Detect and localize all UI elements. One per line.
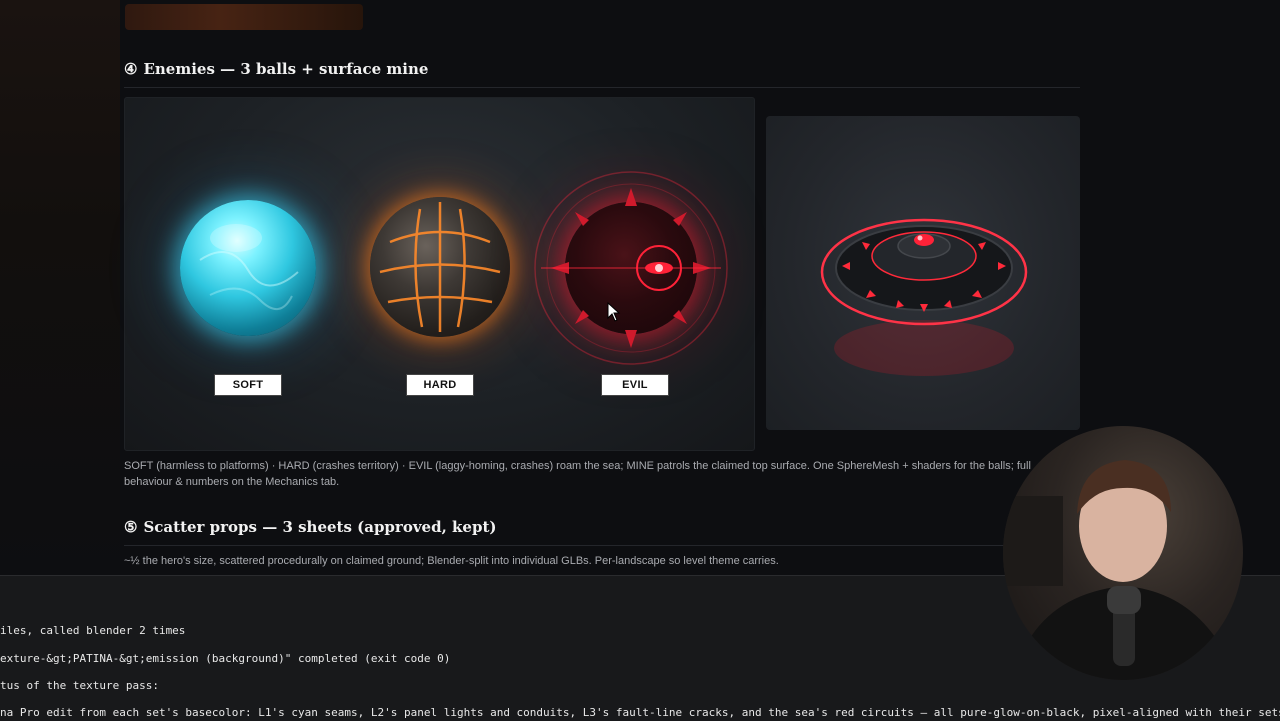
section-divider <box>124 87 1080 88</box>
soft-label: SOFT <box>214 374 282 396</box>
top-image-strip <box>125 4 363 30</box>
enemies-image-panel: SOFT HARD EVIL <box>124 97 755 451</box>
webcam-person <box>1003 460 1238 680</box>
enemies-caption: SOFT (harmless to platforms) · HARD (cra… <box>124 460 1031 488</box>
soft-ball-image <box>180 200 316 336</box>
scatter-caption: ~½ the hero's size, scattered procedural… <box>124 555 779 567</box>
section-title-text: Enemies — 3 balls + surface mine <box>143 60 429 78</box>
surface-mine-image-panel <box>766 116 1080 430</box>
left-margin-shade <box>0 0 120 575</box>
section-divider <box>124 545 1080 546</box>
section-title-enemies: ④ Enemies — 3 balls + surface mine <box>124 60 428 78</box>
terminal-line: iles, called blender 2 times <box>0 624 186 637</box>
terminal-line: tus of the texture pass: <box>0 679 159 692</box>
section-title-scatter: ⑤ Scatter props — 3 sheets (approved, kep… <box>124 518 496 536</box>
terminal-line: exture-&gt;PATINA-&gt;emission (backgrou… <box>0 652 451 665</box>
section-title-text: Scatter props — 3 sheets (approved, kept… <box>143 518 497 536</box>
hard-label: HARD <box>406 374 474 396</box>
hard-ball-image <box>370 197 510 337</box>
terminal-line: na Pro edit from each set's basecolor: L… <box>0 706 1280 719</box>
webcam-overlay <box>1003 426 1243 680</box>
surface-mine-image <box>820 218 1028 376</box>
cursor-arrow-icon <box>607 302 621 322</box>
section-number: ⑤ <box>124 518 138 536</box>
section-number: ④ <box>124 60 138 78</box>
evil-label: EVIL <box>601 374 669 396</box>
evil-ball-image <box>534 171 728 365</box>
